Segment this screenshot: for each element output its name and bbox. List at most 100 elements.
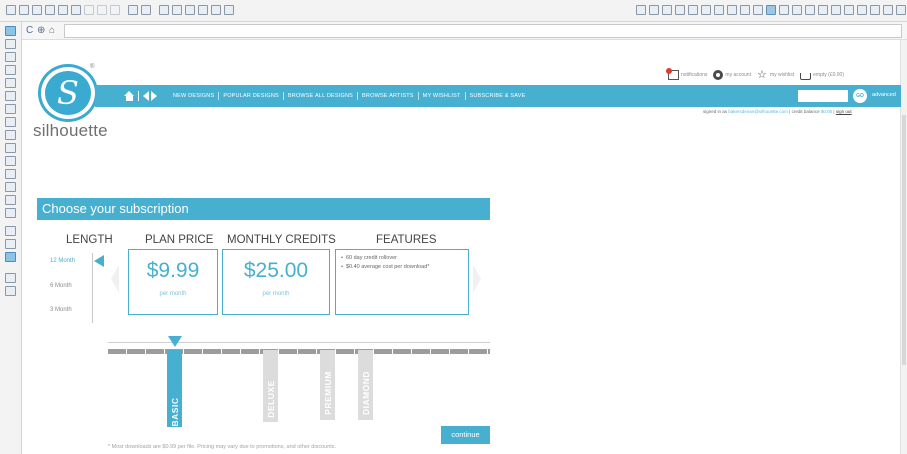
nav-my-wishlist[interactable]: MY WISHLIST: [419, 92, 466, 100]
length-option-12-month[interactable]: 12 Month: [50, 258, 75, 264]
home-nav-icon[interactable]: ⌂: [49, 24, 55, 38]
nav-new-designs[interactable]: NEW DESIGNS: [169, 92, 220, 100]
print-icon[interactable]: [45, 5, 55, 15]
send-icon[interactable]: [870, 5, 880, 15]
nav-browse-all-designs[interactable]: BROWSE ALL DESIGNS: [284, 92, 359, 100]
fill-icon[interactable]: [5, 182, 16, 192]
edit-points-icon[interactable]: [5, 39, 16, 49]
transform-icon[interactable]: [740, 5, 750, 15]
send-panel-icon[interactable]: [5, 286, 16, 296]
my-account-link[interactable]: my account: [713, 70, 751, 80]
more-icon[interactable]: [896, 5, 906, 15]
library-icon[interactable]: [805, 5, 815, 15]
zoom-in-icon[interactable]: [172, 5, 182, 15]
monthly-credits-unit: per month: [262, 291, 290, 297]
polygon-icon[interactable]: [5, 91, 16, 101]
tier-slider-track[interactable]: [108, 342, 490, 356]
save-icon[interactable]: [32, 5, 42, 15]
undo-icon[interactable]: [128, 5, 138, 15]
track-line: [108, 342, 490, 343]
freehand-icon[interactable]: [5, 117, 16, 127]
tier-tab-premium[interactable]: PREMIUM: [320, 350, 335, 420]
search-input[interactable]: [798, 90, 848, 102]
redo-icon[interactable]: [141, 5, 151, 15]
zoom-select-icon[interactable]: [211, 5, 221, 15]
zoom-out-icon[interactable]: [185, 5, 195, 15]
reload-icon[interactable]: C: [26, 24, 33, 38]
silhouette-logo[interactable]: S ® silhouette: [33, 64, 108, 144]
nav-browse-artists[interactable]: BROWSE ARTISTS: [358, 92, 419, 100]
text-icon[interactable]: [5, 143, 16, 153]
knife-icon[interactable]: [5, 169, 16, 179]
cut-settings-panel-icon[interactable]: [5, 273, 16, 283]
page-scrollbar[interactable]: [900, 40, 907, 454]
registration-icon[interactable]: [675, 5, 685, 15]
line-icon[interactable]: [5, 52, 16, 62]
ellipse-icon[interactable]: [5, 78, 16, 88]
replicate-icon[interactable]: [753, 5, 763, 15]
home-icon[interactable]: [124, 91, 135, 101]
pen-icon[interactable]: [5, 195, 16, 205]
open-icon[interactable]: [19, 5, 29, 15]
text-style-icon[interactable]: [727, 5, 737, 15]
notifications-link[interactable]: notifications: [666, 68, 707, 80]
nav-subscribe-save[interactable]: SUBSCRIBE & SAVE: [466, 92, 530, 100]
sign-out-link[interactable]: sign out: [836, 109, 852, 114]
tier-tab-diamond[interactable]: DIAMOND: [358, 350, 373, 420]
logo-letter: S: [45, 71, 91, 115]
new-icon[interactable]: [6, 5, 16, 15]
page-setup-icon[interactable]: [649, 5, 659, 15]
store-icon[interactable]: [818, 5, 828, 15]
scroll-thumb[interactable]: [902, 115, 906, 365]
advanced-search-link[interactable]: advanced: [872, 92, 896, 98]
paste-icon[interactable]: [84, 5, 94, 15]
cart-link[interactable]: empty (£0.00): [800, 71, 844, 80]
copy-icon[interactable]: [71, 5, 81, 15]
arc-icon[interactable]: [5, 130, 16, 140]
help-icon[interactable]: [636, 5, 646, 15]
length-option-3-month[interactable]: 3 Month: [50, 307, 72, 313]
line-style-icon[interactable]: [714, 5, 724, 15]
length-option-6-month[interactable]: 6 Month: [50, 283, 72, 289]
fill-color-icon[interactable]: [688, 5, 698, 15]
globe-icon[interactable]: ⊕: [37, 24, 45, 38]
cut-settings-icon[interactable]: [883, 5, 893, 15]
rectangle-icon[interactable]: [5, 65, 16, 75]
library-panel-icon[interactable]: [5, 226, 16, 236]
back-forward-icon[interactable]: [143, 91, 157, 101]
tier-tab-basic[interactable]: BASIC: [167, 350, 182, 427]
continue-button[interactable]: continue: [441, 426, 490, 444]
curve-icon[interactable]: [5, 104, 16, 114]
pencil-icon[interactable]: [5, 208, 16, 218]
zoom-fit-icon[interactable]: [198, 5, 208, 15]
address-bar[interactable]: [64, 24, 902, 38]
line-color-icon[interactable]: [701, 5, 711, 15]
side-toolbar: [0, 22, 22, 454]
settings-icon[interactable]: [224, 5, 234, 15]
trace-icon[interactable]: [792, 5, 802, 15]
signed-in-prefix: signed in as: [703, 109, 728, 114]
tier-label-diamond: DIAMOND: [360, 370, 371, 416]
nav-popular-designs[interactable]: POPULAR DESIGNS: [219, 92, 284, 100]
layers-icon[interactable]: [844, 5, 854, 15]
delete-icon[interactable]: [110, 5, 120, 15]
duplicate-icon[interactable]: [97, 5, 107, 15]
offset-icon[interactable]: [779, 5, 789, 15]
search-go-button[interactable]: GO: [853, 89, 867, 103]
design-view-icon[interactable]: [857, 5, 867, 15]
features-box: 60 day credit rollover $0.40 average cos…: [335, 249, 469, 315]
store-active-icon[interactable]: [5, 252, 16, 262]
my-wishlist-link[interactable]: ☆ my wishlist: [757, 70, 794, 81]
carousel-right-arrow-icon[interactable]: [473, 265, 481, 293]
modify-icon[interactable]: [766, 5, 776, 15]
select-icon[interactable]: [5, 26, 16, 36]
tier-tab-deluxe[interactable]: DELUXE: [263, 350, 278, 422]
print-cut-icon[interactable]: [831, 5, 841, 15]
store-panel-icon[interactable]: [5, 239, 16, 249]
grid-icon[interactable]: [662, 5, 672, 15]
pan-icon[interactable]: [159, 5, 169, 15]
eraser-icon[interactable]: [5, 156, 16, 166]
cut-icon[interactable]: [58, 5, 68, 15]
carousel-left-arrow-icon[interactable]: [111, 265, 119, 293]
length-heading: LENGTH: [66, 234, 113, 246]
